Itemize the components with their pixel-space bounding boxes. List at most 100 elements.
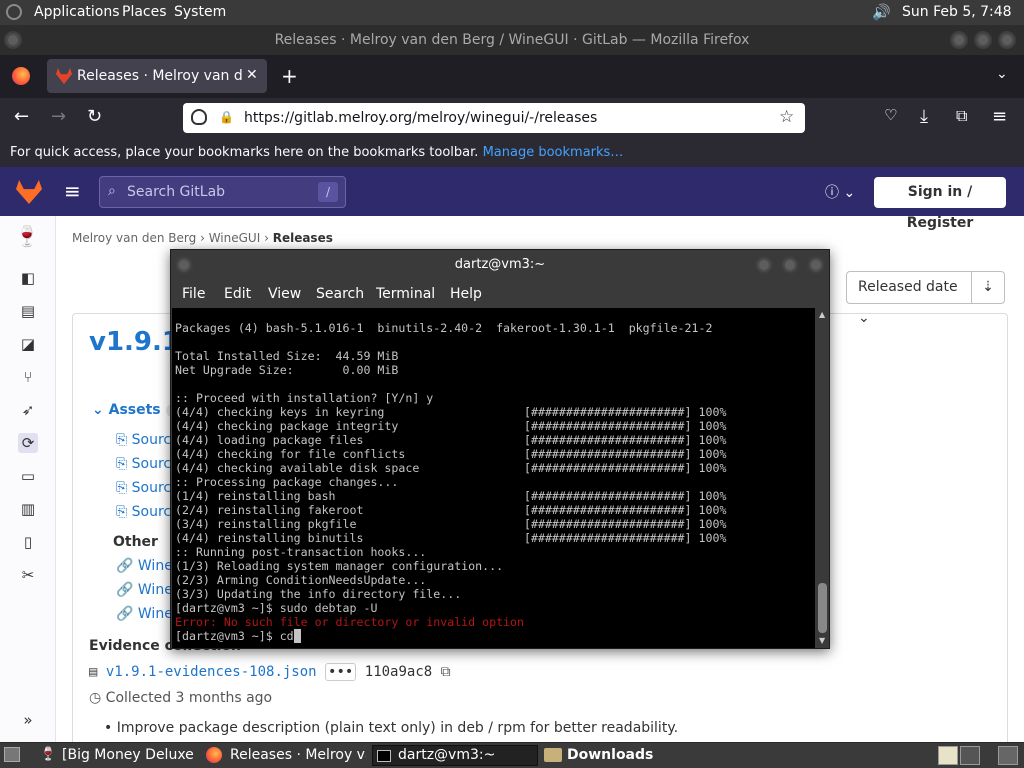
project-avatar[interactable]: 🍷: [12, 224, 42, 252]
extensions-icon[interactable]: ⧉: [956, 106, 967, 126]
repository-icon[interactable]: ▤: [18, 301, 38, 321]
terminal-error-line: Error: No such file or directory or inva…: [175, 615, 525, 629]
hamburger-menu-icon[interactable]: ≡: [992, 106, 1007, 127]
release-title[interactable]: v1.9.1: [89, 327, 180, 357]
sign-in-button[interactable]: Sign in / Register: [874, 177, 1006, 231]
close-tab-icon[interactable]: ✕: [246, 67, 258, 83]
evidence-sha: 110a9ac8: [364, 664, 433, 680]
breadcrumb-separator-icon: ›: [264, 231, 273, 245]
snippets-icon[interactable]: ✂: [18, 565, 38, 585]
window-titlebar[interactable]: Releases · Melroy van den Berg / WineGUI…: [0, 25, 1024, 55]
volume-icon[interactable]: 🔊: [872, 3, 891, 21]
bottom-panel: 🍷 [Big Money Deluxe 1... Releases · Melr…: [0, 743, 1024, 768]
workspace-2-icon[interactable]: [960, 746, 980, 765]
system-menu[interactable]: System: [174, 0, 226, 25]
taskbar-terminal-label: dartz@vm3:~: [398, 747, 496, 763]
merge-requests-icon[interactable]: ⑂: [18, 367, 38, 387]
applications-menu[interactable]: Applications: [34, 0, 120, 25]
back-icon[interactable]: ←: [14, 106, 29, 127]
help-icon[interactable]: ⓘ ⌄: [825, 182, 855, 202]
terminal-window: dartz@vm3:~ File Edit View Search Termin…: [170, 249, 830, 649]
hamburger-menu-icon[interactable]: ≡: [64, 179, 81, 203]
project-info-icon[interactable]: ◧: [18, 268, 38, 288]
show-desktop-icon[interactable]: [4, 747, 20, 762]
menu-search[interactable]: Search: [316, 280, 364, 308]
folder-icon: [544, 748, 562, 762]
bookmarks-toolbar: For quick access, place your bookmarks h…: [0, 139, 1024, 167]
breadcrumb: Melroy van den Berg › WineGUI › Releases: [72, 231, 333, 245]
terminal-output[interactable]: Packages (4) bash-5.1.016-1 binutils-2.4…: [172, 308, 815, 648]
deployments-icon[interactable]: ⟳: [18, 433, 38, 453]
issues-icon[interactable]: ◪: [18, 334, 38, 354]
breadcrumb-separator-icon: ›: [200, 231, 209, 245]
terminal-menubar: File Edit View Search Terminal Help: [171, 280, 829, 308]
maximize-button[interactable]: [781, 256, 799, 274]
scroll-up-icon[interactable]: ▲: [819, 310, 825, 319]
close-window-button[interactable]: [998, 31, 1016, 49]
menu-edit[interactable]: Edit: [224, 280, 251, 308]
trash-icon[interactable]: [998, 746, 1018, 765]
clock[interactable]: Sun Feb 5, 7:48 PM: [902, 0, 1024, 45]
scroll-down-icon[interactable]: ▼: [819, 636, 825, 645]
pocket-icon[interactable]: ♡: [884, 106, 897, 124]
tracking-protection-icon[interactable]: [191, 109, 207, 125]
more-icon[interactable]: •••: [325, 663, 357, 681]
window-menu-button[interactable]: [4, 31, 22, 49]
taskbar-item-game[interactable]: [Big Money Deluxe 1...: [58, 745, 198, 766]
terminal-scrollbar[interactable]: ▲ ▼: [816, 308, 829, 648]
gitlab-logo-icon[interactable]: [16, 180, 42, 204]
sort-dropdown[interactable]: Released date ⌄: [846, 271, 972, 326]
taskbar-item-terminal[interactable]: dartz@vm3:~: [372, 745, 538, 766]
assets-toggle[interactable]: ⌄ Assets 7: [92, 402, 182, 418]
wine-app-icon: 🍷: [40, 747, 57, 762]
distro-logo-icon[interactable]: [6, 4, 22, 20]
url-text[interactable]: https://gitlab.melroy.org/melroy/winegui…: [244, 103, 597, 133]
monitor-icon[interactable]: ▭: [18, 466, 38, 486]
navigation-toolbar: ← → ↻ 🔒 https://gitlab.melroy.org/melroy…: [0, 98, 1024, 139]
reload-icon[interactable]: ↻: [87, 106, 102, 127]
menu-help[interactable]: Help: [450, 280, 482, 308]
wiki-icon[interactable]: ▯: [18, 532, 38, 552]
release-note-text: Improve package description (plain text …: [116, 720, 679, 736]
new-tab-icon[interactable]: +: [281, 64, 298, 88]
lock-icon[interactable]: 🔒: [219, 110, 234, 124]
sort-direction-button[interactable]: ⇣: [971, 271, 1005, 304]
breadcrumb-project[interactable]: WineGUI: [209, 231, 261, 245]
maximize-button[interactable]: [974, 31, 992, 49]
url-bar[interactable]: 🔒 https://gitlab.melroy.org/melroy/wineg…: [183, 103, 805, 133]
minimize-button[interactable]: [755, 256, 773, 274]
downloads-icon[interactable]: ⤓: [920, 106, 928, 127]
manage-bookmarks-link[interactable]: Manage bookmarks…: [483, 145, 624, 160]
search-shortcut-badge: /: [318, 182, 338, 202]
breadcrumb-user[interactable]: Melroy van den Berg: [72, 231, 196, 245]
search-input[interactable]: ⌕ Search GitLab /: [99, 176, 346, 208]
terminal-title: dartz@vm3:~: [454, 257, 546, 272]
menu-file[interactable]: File: [182, 280, 205, 308]
copy-icon[interactable]: ⧉: [441, 664, 451, 680]
places-menu[interactable]: Places: [122, 0, 167, 25]
list-tabs-chevron-icon[interactable]: ⌄: [996, 66, 1008, 82]
bookmark-star-icon[interactable]: ☆: [779, 107, 794, 127]
sort-label: Released date: [858, 279, 958, 295]
tab-releases[interactable]: Releases · Melroy van den Be ✕: [47, 59, 267, 93]
taskbar-item-firefox[interactable]: Releases · Melroy va...: [226, 745, 366, 766]
breadcrumb-current: Releases: [272, 231, 333, 245]
firefox-view-icon[interactable]: [12, 67, 30, 85]
evidence-file-link[interactable]: v1.9.1-evidences-108.json: [106, 664, 317, 680]
expand-sidebar-icon[interactable]: »: [18, 710, 38, 730]
ci-cd-rocket-icon[interactable]: ➶: [18, 400, 38, 420]
menu-terminal[interactable]: Terminal: [376, 280, 435, 308]
forward-icon[interactable]: →: [51, 106, 66, 127]
workspace-1-icon[interactable]: [938, 746, 958, 765]
window-menu-button[interactable]: [175, 256, 193, 274]
scrollbar-thumb[interactable]: [818, 583, 827, 633]
release-note-bullet: • Improve package description (plain tex…: [104, 720, 679, 736]
evidence-row: ▤ v1.9.1-evidences-108.json ••• 110a9ac8…: [89, 663, 451, 681]
analytics-icon[interactable]: ▥: [18, 499, 38, 519]
close-window-button[interactable]: [807, 256, 825, 274]
minimize-button[interactable]: [950, 31, 968, 49]
taskbar-item-downloads[interactable]: Downloads: [563, 745, 653, 766]
menu-view[interactable]: View: [268, 280, 301, 308]
tab-label: Releases · Melroy van den Be: [77, 68, 242, 84]
terminal-titlebar[interactable]: dartz@vm3:~: [171, 250, 829, 280]
